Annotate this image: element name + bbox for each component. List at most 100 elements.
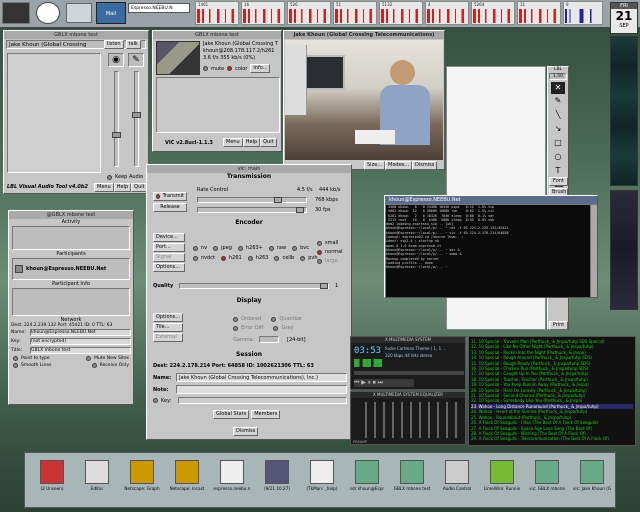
session-heading: Session — [236, 351, 262, 358]
rect-tool-icon[interactable]: □ — [551, 138, 565, 150]
vic-quit-button[interactable]: Quit — [260, 138, 277, 147]
font-button[interactable]: Font — [549, 177, 568, 186]
session-key-field[interactable] — [178, 397, 347, 404]
playlist-items[interactable]: 11. 10 Special - Travelin Man (Parthuck_… — [469, 337, 635, 444]
framerate-slider[interactable] — [197, 207, 307, 213]
participant-row[interactable]: khoun@Espresso.NEEBU.Net — [12, 258, 130, 280]
quality-slider[interactable] — [179, 283, 329, 289]
bandwidth-slider[interactable] — [197, 197, 307, 203]
listen-button[interactable]: listen — [104, 40, 124, 49]
dock-item[interactable]: sdr khoun@Espr — [345, 458, 389, 502]
release-button[interactable]: Release — [153, 203, 187, 212]
vic-menu-button[interactable]: Menu — [223, 138, 243, 147]
encoder-options-button[interactable]: Options... — [153, 263, 185, 272]
codec-pvh[interactable] — [300, 255, 306, 261]
codec-nv[interactable] — [193, 245, 198, 251]
dock-item[interactable]: (9/21 10:27) — [255, 458, 299, 502]
mic-slider[interactable] — [132, 71, 141, 167]
terminal-scrollbar[interactable] — [591, 205, 597, 297]
codec-cellb[interactable] — [274, 255, 280, 261]
codec-h263[interactable] — [247, 255, 253, 261]
info-button[interactable]: info... — [250, 64, 271, 73]
dock-item[interactable]: vic: GBLX mbone — [525, 458, 569, 502]
speaker-icon[interactable]: ◉ — [108, 53, 124, 67]
key-field[interactable]: (not encrypted) — [30, 338, 131, 345]
clock-icon — [36, 2, 60, 24]
video-thumbnail[interactable] — [156, 41, 200, 75]
codec-jpeg[interactable] — [213, 245, 219, 251]
print-button[interactable]: Print — [549, 321, 568, 330]
dock-item[interactable]: LimeWire: Runnin — [480, 458, 524, 502]
signal-button[interactable]: Signal — [153, 253, 185, 262]
codec-h261[interactable] — [221, 255, 227, 261]
dock-item[interactable]: GBLX mbone test — [390, 458, 434, 502]
select-tool-icon[interactable]: ✕ — [551, 82, 565, 94]
dock-item[interactable]: vic: Jake Khoun (G — [570, 458, 614, 502]
size-small[interactable] — [317, 241, 322, 246]
size-normal[interactable] — [317, 250, 322, 255]
talk-button[interactable]: talk — [125, 40, 141, 49]
vic-help-button[interactable]: Help — [242, 138, 261, 147]
dither-quantize[interactable] — [271, 317, 277, 322]
global-stats-button[interactable]: Global Stats — [213, 410, 250, 419]
gamma-field[interactable] — [259, 336, 279, 343]
pen-tool-icon[interactable]: ✎ — [551, 96, 565, 108]
transport-controls[interactable]: ⏮ ▶ ⏸ ⏹ ⏭ — [354, 379, 414, 387]
dock-item[interactable]: Netscape: Graph — [120, 458, 164, 502]
dither-errdiff[interactable] — [233, 326, 238, 331]
mail-button[interactable]: Mail — [96, 2, 126, 24]
external-button[interactable]: External — [153, 333, 183, 342]
video-frame[interactable] — [285, 40, 443, 160]
codec-raw[interactable] — [268, 245, 274, 251]
display-options-button[interactable]: Options... — [153, 313, 183, 322]
codec-bvc[interactable] — [292, 245, 298, 251]
dock-item[interactable]: espresso.neebu.n — [210, 458, 254, 502]
dock-label: Editor — [90, 486, 104, 491]
mute-new-toggle[interactable] — [86, 356, 92, 361]
members-button[interactable]: Members — [251, 410, 281, 419]
audio-help-button[interactable]: Help — [113, 183, 132, 192]
dock-item[interactable]: (TkMan: _help) — [300, 458, 344, 502]
smooth-lines-toggle[interactable] — [13, 363, 18, 368]
receive-only-toggle[interactable] — [91, 363, 97, 368]
arrow-tool-icon[interactable]: ↘ — [551, 124, 565, 136]
speaker-slider[interactable] — [112, 71, 121, 167]
title-field[interactable]: GBLX mbone test — [30, 347, 131, 354]
line-tool-icon[interactable]: ╲ — [551, 110, 565, 122]
dither-ordered[interactable] — [233, 317, 238, 322]
keep-audio-toggle[interactable] — [107, 174, 112, 180]
mic-icon[interactable]: ✎ — [128, 53, 144, 67]
terminal-output[interactable]: 3468 khoun 8 0 2448K 1844K pipe 0:12 1.0… — [386, 205, 590, 297]
tile-button[interactable]: Tile... — [153, 323, 183, 332]
point-to-type-toggle[interactable] — [13, 356, 18, 361]
session-note-field[interactable] — [176, 385, 347, 394]
mute-toggle[interactable] — [203, 66, 208, 71]
video-dismiss-button[interactable]: Dismiss — [412, 161, 438, 170]
audio-menu-button[interactable]: Menu — [94, 183, 114, 192]
seek-bar[interactable] — [354, 371, 464, 375]
port-button[interactable]: Port... — [153, 243, 185, 252]
playlist-item[interactable]: 29. A Flock Of Seagulls - Telecommunicat… — [471, 436, 633, 441]
dither-gray[interactable] — [273, 326, 279, 331]
dock-item[interactable]: Audio Control — [435, 458, 479, 502]
dock-item[interactable]: Netscape: locast — [165, 458, 209, 502]
color-toggle[interactable] — [227, 66, 233, 71]
modes-button[interactable]: Modes... — [385, 161, 413, 170]
host-field[interactable]: Espresso.NEEBU.N — [128, 3, 190, 13]
player-song: fucke Cartman Theme ( 1, 1 ... — [385, 346, 447, 351]
dock-item[interactable]: (2 Unseen) — [30, 458, 74, 502]
session-key-toggle[interactable] — [153, 398, 158, 403]
circle-tool-icon[interactable]: ○ — [551, 152, 565, 164]
transmit-button[interactable]: Transmit — [153, 192, 187, 201]
size-button[interactable]: Size... — [364, 161, 386, 170]
name-field[interactable]: khoun@Espresso.NEEBU.Net — [30, 329, 131, 336]
codec-h263plus[interactable] — [237, 245, 243, 251]
size-large[interactable] — [317, 259, 322, 264]
codec-nvdct[interactable] — [193, 255, 198, 261]
terminal-icon[interactable] — [2, 2, 30, 24]
eq-sliders[interactable] — [365, 402, 461, 438]
device-button[interactable]: Device... — [153, 233, 185, 242]
dock-item[interactable]: Editor — [75, 458, 119, 502]
vic-dismiss-button[interactable]: Dismiss — [233, 427, 259, 436]
session-name-field[interactable]: Jake Khoun (Global Crossing Telecommunic… — [176, 373, 347, 382]
